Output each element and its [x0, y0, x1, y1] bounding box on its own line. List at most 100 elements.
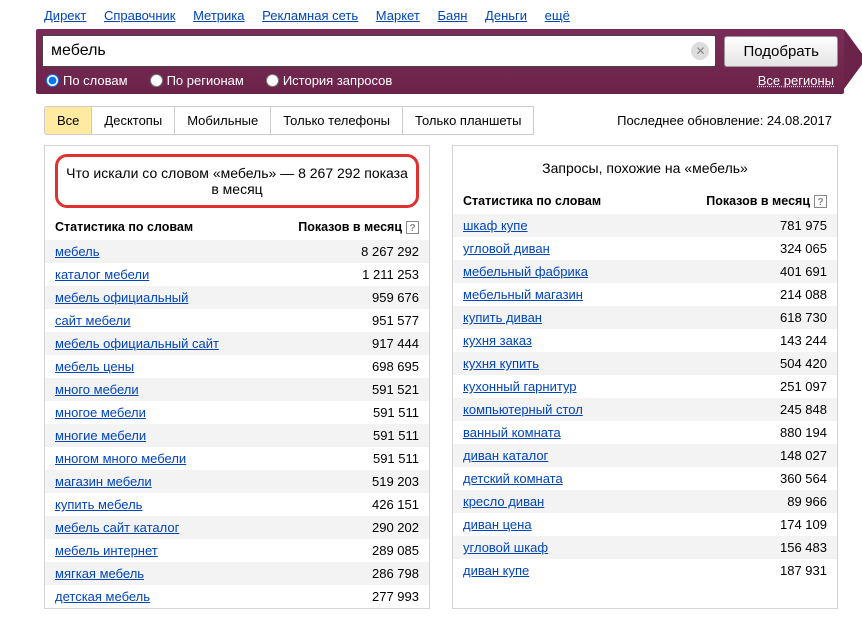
- left-table-head: Статистика по словам Показов в месяц?: [45, 214, 429, 240]
- query-link[interactable]: кухня заказ: [463, 333, 737, 348]
- query-link[interactable]: каталог мебели: [55, 267, 329, 282]
- query-link[interactable]: многие мебели: [55, 428, 329, 443]
- radio-by-regions-input[interactable]: [150, 74, 163, 87]
- table-row: каталог мебели1 211 253: [45, 263, 429, 286]
- nav-metrika[interactable]: Метрика: [193, 8, 244, 23]
- query-link[interactable]: кухонный гарнитур: [463, 379, 737, 394]
- query-link[interactable]: многом много мебели: [55, 451, 329, 466]
- query-link[interactable]: купить диван: [463, 310, 737, 325]
- query-link[interactable]: мебельный фабрика: [463, 264, 737, 279]
- query-link[interactable]: много мебели: [55, 382, 329, 397]
- right-column: Запросы, похожие на «мебель» Статистика …: [452, 145, 838, 609]
- nav-more[interactable]: ещё: [545, 8, 570, 23]
- nav-market[interactable]: Маркет: [376, 8, 420, 23]
- impressions-count: 591 521: [329, 382, 419, 397]
- table-row: многое мебели591 511: [45, 401, 429, 424]
- query-link[interactable]: мебель официальный сайт: [55, 336, 329, 351]
- impressions-count: 426 151: [329, 497, 419, 512]
- query-link[interactable]: магазин мебели: [55, 474, 329, 489]
- table-row: угловой диван324 065: [453, 237, 837, 260]
- impressions-count: 698 695: [329, 359, 419, 374]
- radio-label: По словам: [63, 73, 128, 88]
- table-row: угловой шкаф156 483: [453, 536, 837, 559]
- table-row: диван купе187 931: [453, 559, 837, 582]
- impressions-count: 591 511: [329, 405, 419, 420]
- help-icon[interactable]: ?: [406, 221, 419, 234]
- table-row: кухня заказ143 244: [453, 329, 837, 352]
- query-link[interactable]: диван купе: [463, 563, 737, 578]
- table-row: мебель официальный сайт917 444: [45, 332, 429, 355]
- impressions-count: 214 088: [737, 287, 827, 302]
- impressions-count: 251 097: [737, 379, 827, 394]
- query-link[interactable]: кухня купить: [463, 356, 737, 371]
- query-link[interactable]: купить мебель: [55, 497, 329, 512]
- impressions-count: 286 798: [329, 566, 419, 581]
- radio-history-input[interactable]: [266, 74, 279, 87]
- radio-by-words[interactable]: По словам: [46, 73, 128, 88]
- query-link[interactable]: мебель: [55, 244, 329, 259]
- impressions-count: 591 511: [329, 451, 419, 466]
- th-count: Показов в месяц?: [706, 194, 827, 208]
- query-link[interactable]: мебель интернет: [55, 543, 329, 558]
- radio-by-words-input[interactable]: [46, 74, 59, 87]
- table-row: магазин мебели519 203: [45, 470, 429, 493]
- nav-money[interactable]: Деньги: [485, 8, 527, 23]
- impressions-count: 289 085: [329, 543, 419, 558]
- nav-adnetwork[interactable]: Рекламная сеть: [262, 8, 358, 23]
- query-link[interactable]: компьютерный стол: [463, 402, 737, 417]
- table-row: детский комната360 564: [453, 467, 837, 490]
- query-link[interactable]: шкаф купе: [463, 218, 737, 233]
- tab-mobile[interactable]: Мобильные: [174, 106, 271, 135]
- table-row: сайт мебели951 577: [45, 309, 429, 332]
- right-title: Запросы, похожие на «мебель»: [453, 146, 837, 188]
- impressions-count: 360 564: [737, 471, 827, 486]
- tab-phones[interactable]: Только телефоны: [270, 106, 403, 135]
- tab-tablets[interactable]: Только планшеты: [402, 106, 534, 135]
- query-link[interactable]: мебельный магазин: [463, 287, 737, 302]
- table-row: купить диван618 730: [453, 306, 837, 329]
- query-link[interactable]: детский комната: [463, 471, 737, 486]
- tab-desktops[interactable]: Десктопы: [91, 106, 175, 135]
- query-link[interactable]: ванный комната: [463, 425, 737, 440]
- top-nav: Директ Справочник Метрика Рекламная сеть…: [0, 0, 862, 29]
- query-link[interactable]: кресло диван: [463, 494, 737, 509]
- radio-by-regions[interactable]: По регионам: [150, 73, 244, 88]
- query-link[interactable]: диван цена: [463, 517, 737, 532]
- all-regions-link[interactable]: Все регионы: [758, 73, 834, 88]
- table-row: мебель цены698 695: [45, 355, 429, 378]
- impressions-count: 1 211 253: [329, 267, 419, 282]
- search-button[interactable]: Подобрать: [724, 36, 838, 67]
- tab-all[interactable]: Все: [44, 106, 92, 135]
- query-link[interactable]: сайт мебели: [55, 313, 329, 328]
- device-tabs: Все Десктопы Мобильные Только телефоны Т…: [0, 94, 862, 141]
- nav-bayan[interactable]: Баян: [437, 8, 467, 23]
- table-row: детская мебель277 993: [45, 585, 429, 608]
- query-link[interactable]: мебель цены: [55, 359, 329, 374]
- query-link[interactable]: мебель официальный: [55, 290, 329, 305]
- impressions-count: 401 691: [737, 264, 827, 279]
- impressions-count: 880 194: [737, 425, 827, 440]
- help-icon[interactable]: ?: [814, 195, 827, 208]
- impressions-count: 277 993: [329, 589, 419, 604]
- query-link[interactable]: угловой диван: [463, 241, 737, 256]
- nav-direct[interactable]: Директ: [44, 8, 86, 23]
- table-row: мебель интернет289 085: [45, 539, 429, 562]
- search-input-wrap: ✕: [42, 35, 716, 67]
- search-input[interactable]: [43, 36, 691, 66]
- impressions-count: 618 730: [737, 310, 827, 325]
- radio-history[interactable]: История запросов: [266, 73, 393, 88]
- table-row: мебельный фабрика401 691: [453, 260, 837, 283]
- query-link[interactable]: многое мебели: [55, 405, 329, 420]
- clear-icon[interactable]: ✕: [691, 42, 709, 60]
- radio-label: История запросов: [283, 73, 393, 88]
- impressions-count: 519 203: [329, 474, 419, 489]
- query-link[interactable]: угловой шкаф: [463, 540, 737, 555]
- query-link[interactable]: диван каталог: [463, 448, 737, 463]
- impressions-count: 8 267 292: [329, 244, 419, 259]
- query-link[interactable]: детская мебель: [55, 589, 329, 604]
- nav-spravochnik[interactable]: Справочник: [104, 8, 176, 23]
- impressions-count: 917 444: [329, 336, 419, 351]
- impressions-count: 591 511: [329, 428, 419, 443]
- query-link[interactable]: мягкая мебель: [55, 566, 329, 581]
- query-link[interactable]: мебель сайт каталог: [55, 520, 329, 535]
